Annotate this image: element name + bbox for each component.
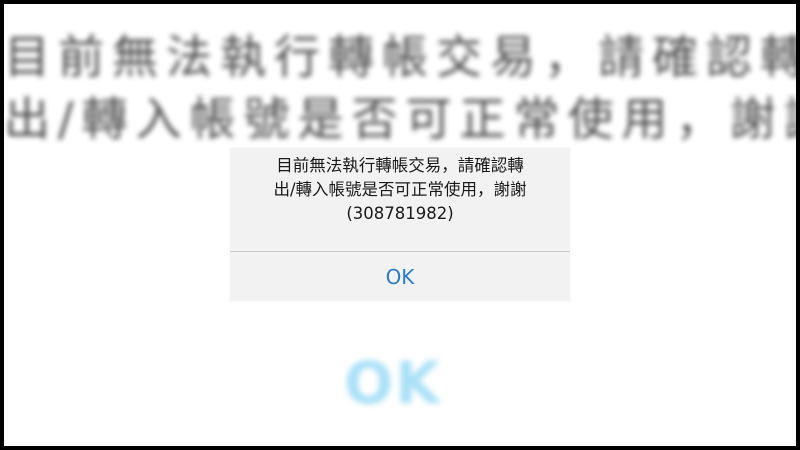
alert-message: 目前無法執行轉帳交易，請確認轉 出/轉入帳號是否可正常使用，謝謝 (308781… — [242, 154, 558, 226]
blurred-ok-label: OK — [344, 349, 443, 417]
alert-message-line-1: 目前無法執行轉帳交易，請確認轉 — [276, 156, 524, 175]
blurred-message-line-1: 目前無法執行轉帳交易，請確認轉 — [4, 30, 796, 84]
alert-dialog: 目前無法執行轉帳交易，請確認轉 出/轉入帳號是否可正常使用，謝謝 (308781… — [230, 148, 570, 301]
alert-error-code: (308781982) — [346, 204, 454, 223]
blurred-background-message: 目前無法執行轉帳交易，請確認轉 出/轉入帳號是否可正常使用，謝謝 — [4, 26, 796, 150]
blurred-message-line-2: 出/轉入帳號是否可正常使用，謝謝 — [4, 92, 796, 146]
screen: 目前無法執行轉帳交易，請確認轉 出/轉入帳號是否可正常使用，謝謝 OK 目前無法… — [4, 4, 796, 446]
alert-message-line-2: 出/轉入帳號是否可正常使用，謝謝 — [273, 180, 527, 199]
ok-button[interactable]: OK — [230, 252, 570, 301]
